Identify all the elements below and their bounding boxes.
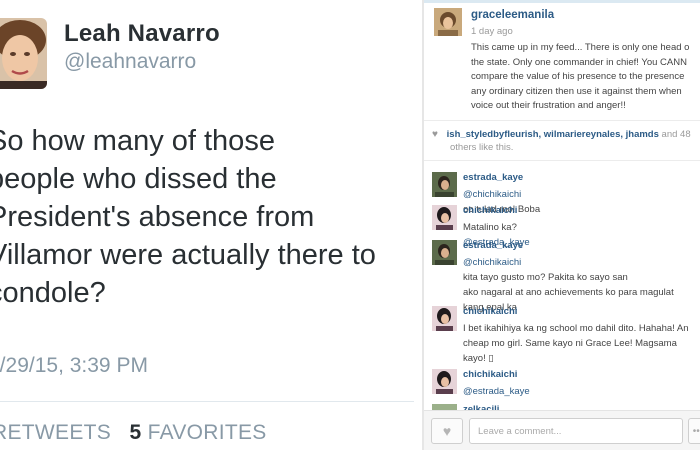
comment-line: ako nagaral at ano achievements ko para … [463, 287, 674, 298]
tweet-card: Leah Navarro @leahnavarro So how many of… [0, 0, 422, 450]
avatar[interactable] [432, 369, 457, 394]
heart-icon: ♥ [432, 129, 438, 140]
top-border [424, 0, 700, 3]
display-name[interactable]: Leah Navarro [64, 20, 220, 48]
more-options-button[interactable]: ••• [688, 418, 700, 444]
comment-line: kayo! ▯ [463, 353, 494, 364]
mention-link[interactable]: @chichikaichi [463, 255, 700, 270]
comment-line: kita tayo gusto mo? Pakita ko sayo san [463, 272, 628, 283]
comment-username[interactable]: chichikaichi [463, 369, 517, 380]
ellipsis-icon: ••• [692, 425, 700, 437]
post-time: 1 day ago [471, 26, 513, 37]
retweets-label[interactable]: RETWEETS [0, 421, 111, 444]
instagram-comments-panel: graceleemanila 1 day ago This came up in… [424, 0, 700, 450]
likes-summary: ♥ ish_styledbyfleurish, wilmariereynales… [432, 128, 700, 154]
tweet-stats: RETWEETS 5 FAVORITES [0, 421, 267, 445]
tweet-text: So how many of those people who dissed t… [0, 125, 376, 309]
favorites-label[interactable]: FAVORITES [148, 421, 267, 444]
comment-line: cheap mo girl. Same kayo ni Grace Lee! M… [463, 338, 677, 349]
favorites-count[interactable]: 5 [129, 421, 141, 444]
avatar[interactable] [0, 18, 47, 89]
avatar[interactable] [432, 306, 457, 331]
caption-line: This came up in my feed... There is only… [471, 42, 690, 53]
comment-input[interactable] [469, 418, 683, 444]
comment-username[interactable]: chichikaichi [463, 306, 517, 317]
mention-link[interactable]: @estrada_kaye [463, 384, 700, 399]
comment-text: @estrada_kaye [463, 384, 700, 399]
comment-line: I bet ikahihiya ka ng school mo dahil di… [463, 323, 689, 334]
divider [424, 160, 700, 161]
divider [424, 120, 700, 121]
comment-username[interactable]: estrada_kaye [463, 240, 523, 251]
post-caption: This came up in my feed... There is only… [471, 41, 700, 114]
divider [0, 401, 414, 402]
avatar[interactable] [432, 172, 457, 197]
caption-line: voice out their frustration and anger!! [471, 100, 626, 111]
likes-tail: others like this. [450, 142, 514, 153]
caption-line: any ordinary citizen then use it against… [471, 85, 682, 97]
likes-and-count: and 48 [661, 129, 691, 140]
avatar[interactable] [432, 240, 457, 265]
likers-list[interactable]: ish_styledbyfleurish, wilmariereynales, … [447, 129, 659, 140]
mention-link[interactable]: @chichikaichi [463, 187, 700, 202]
comment-text: I bet ikahihiya ka ng school mo dahil di… [463, 321, 700, 366]
user-handle[interactable]: @leahnavarro [64, 50, 196, 74]
comment-line: Matalino ka? [463, 222, 517, 233]
caption-line: compare the value of his presence to the… [471, 71, 685, 82]
avatar[interactable] [432, 205, 457, 230]
heart-icon: ♥ [442, 423, 452, 439]
post-username[interactable]: graceleemanila [471, 9, 554, 21]
comment-bar: ♥ ••• [424, 410, 700, 450]
avatar[interactable] [434, 8, 462, 36]
comment-username[interactable]: estrada_kaye [463, 172, 523, 183]
like-button[interactable]: ♥ [431, 418, 463, 444]
caption-line: the state. Only one commander in chief! … [471, 56, 687, 68]
tweet-timestamp[interactable]: 1/29/15, 3:39 PM [0, 354, 148, 378]
comment-username[interactable]: chichikaichi [463, 205, 517, 216]
